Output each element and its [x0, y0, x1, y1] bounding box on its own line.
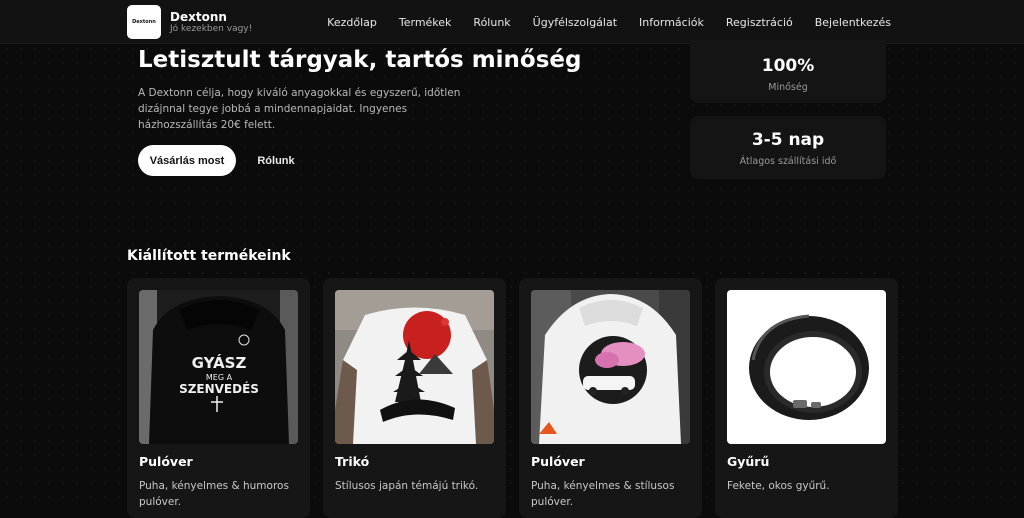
nav-link-support[interactable]: Ügyfélszolgálat — [533, 16, 617, 29]
stat-value: 3-5 nap — [751, 130, 825, 150]
brand[interactable]: Dextonn Dextonn Jó kezekben vagy! — [127, 5, 252, 39]
stat-label: Átlagos szállítási idő — [739, 156, 837, 167]
product-description: Puha, kényelmes & stílusos pulóver. — [531, 480, 675, 508]
stat-card-delivery: 3-5 nap Átlagos szállítási idő — [690, 116, 886, 179]
nav-link-products[interactable]: Termékek — [399, 16, 452, 29]
about-us-button[interactable]: Rólunk — [246, 145, 306, 176]
product-description: Puha, kényelmes & humoros pulóver. — [139, 480, 289, 508]
nav-link-home[interactable]: Kezdőlap — [327, 16, 377, 29]
product-image-hoodie-white[interactable] — [531, 290, 690, 444]
hero-description: A Dextonn célja, hogy kiváló anyagokkal … — [138, 87, 461, 131]
main-nav: Kezdőlap Termékek Rólunk Ügyfélszolgálat… — [305, 0, 891, 44]
stat-card-quality: 100% Minőség — [690, 40, 886, 103]
nav-link-register[interactable]: Regisztráció — [726, 16, 793, 29]
hoodie-print-line-1: GYÁSZ — [192, 353, 247, 372]
hoodie-print-line-2: MEG A — [206, 373, 233, 382]
product-name[interactable]: Pulóver — [531, 454, 585, 469]
nav-link-info[interactable]: Információk — [639, 16, 704, 29]
stat-label: Minőség — [768, 82, 808, 93]
product-name[interactable]: Pulóver — [139, 454, 193, 469]
hero-title: Letisztult tárgyak, tartós minőség — [138, 47, 582, 73]
brand-logo-text: Dextonn — [132, 19, 156, 25]
product-card[interactable]: Pulóver Puha, kényelmes & stílusos pulóv… — [519, 278, 702, 518]
product-card[interactable]: GYÁSZ MEG A SZENVEDÉS Pulóver Puha, kény… — [127, 278, 310, 518]
product-image-tshirt-japanese[interactable] — [335, 290, 494, 444]
product-description: Stílusos japán témájú trikó. — [335, 480, 479, 492]
brand-name: Dextonn — [170, 9, 227, 24]
nav-link-about[interactable]: Rólunk — [473, 16, 510, 29]
stat-value: 100% — [761, 56, 815, 76]
brand-logo: Dextonn — [127, 5, 161, 39]
top-navbar: Dextonn Dextonn Jó kezekben vagy! Kezdől… — [0, 0, 1024, 44]
brand-tagline: Jó kezekben vagy! — [170, 23, 253, 34]
product-image-hoodie-black[interactable]: GYÁSZ MEG A SZENVEDÉS — [139, 290, 298, 444]
featured-section-title: Kiállított termékeink — [127, 248, 291, 264]
product-description: Fekete, okos gyűrű. — [727, 480, 830, 492]
product-card[interactable]: Gyűrű Fekete, okos gyűrű. — [715, 278, 898, 518]
product-name[interactable]: Trikó — [335, 454, 369, 469]
product-card[interactable]: Trikó Stílusos japán témájú trikó. — [323, 278, 506, 518]
nav-link-login[interactable]: Bejelentkezés — [815, 16, 891, 29]
product-image-smart-ring[interactable] — [727, 290, 886, 444]
product-name[interactable]: Gyűrű — [727, 454, 769, 469]
hoodie-print-line-3: SZENVEDÉS — [179, 381, 259, 396]
shop-now-button[interactable]: Vásárlás most — [138, 145, 236, 176]
